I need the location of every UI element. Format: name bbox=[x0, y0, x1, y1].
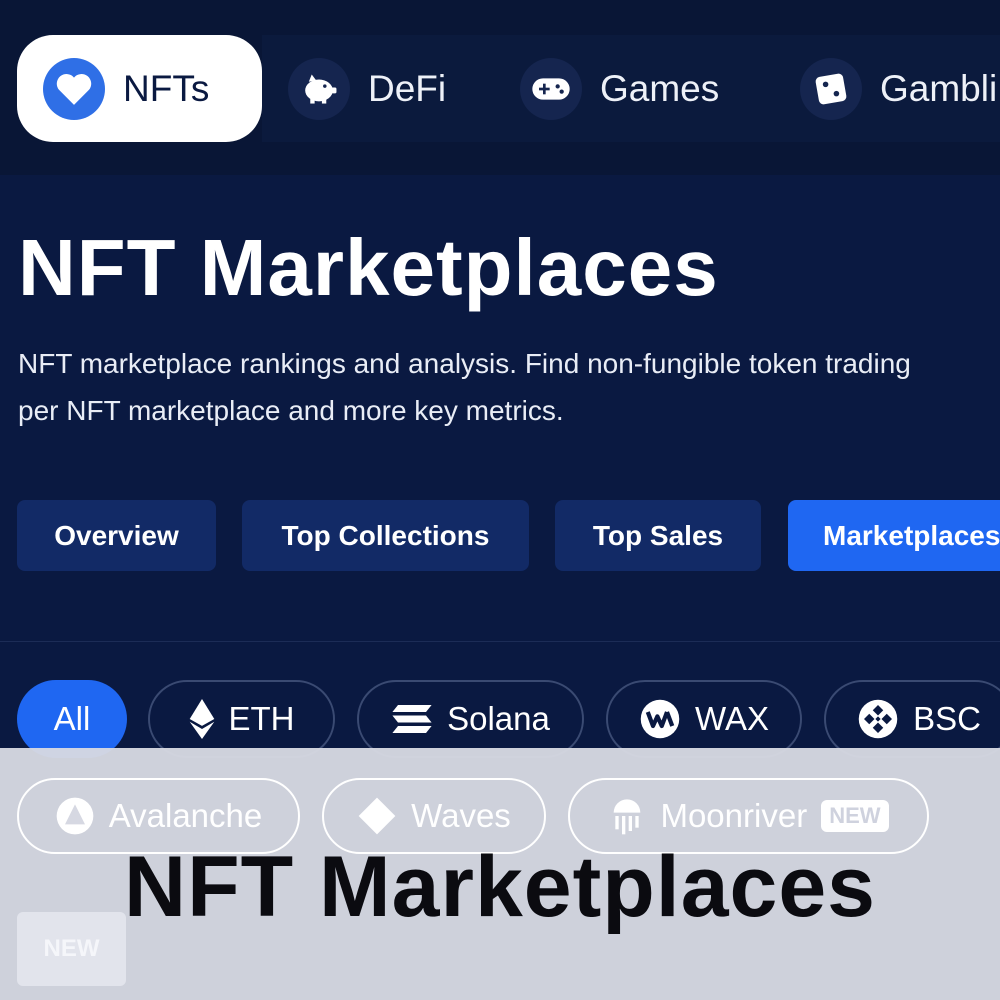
tab-label: Marketplaces bbox=[823, 519, 1000, 551]
category-defi[interactable]: DeFi bbox=[288, 54, 446, 124]
overlay-title: NFT Marketplaces bbox=[123, 839, 877, 935]
chain-filter-solana[interactable]: Solana bbox=[357, 680, 584, 758]
dice-icon bbox=[800, 58, 862, 120]
category-label: DeFi bbox=[368, 68, 447, 109]
solana-icon bbox=[391, 703, 433, 735]
tab-top-collections[interactable]: Top Collections bbox=[242, 500, 529, 571]
new-badge: NEW bbox=[821, 800, 889, 832]
waves-icon bbox=[357, 796, 397, 836]
page-description-line: per NFT marketplace and more key metrics… bbox=[18, 395, 564, 426]
category-gambling[interactable]: Gambli bbox=[800, 54, 997, 124]
chain-filter-bsc[interactable]: BSC bbox=[824, 680, 1000, 758]
category-label: Gambli bbox=[880, 68, 998, 109]
page-description-line: NFT marketplace rankings and analysis. F… bbox=[18, 348, 911, 379]
chain-filter-label: Solana bbox=[447, 700, 550, 737]
chain-filter-label: ETH bbox=[228, 700, 295, 737]
piggy-bank-icon bbox=[288, 58, 350, 120]
chain-filter-wax[interactable]: WAX bbox=[606, 680, 802, 758]
tab-overview[interactable]: Overview bbox=[17, 500, 216, 571]
category-games[interactable]: Games bbox=[520, 54, 719, 124]
heart-icon bbox=[43, 57, 105, 120]
chain-filter-label: Moonriver bbox=[660, 797, 808, 834]
wax-icon bbox=[639, 698, 681, 740]
tab-top-sales[interactable]: Top Sales bbox=[555, 500, 761, 571]
ethereum-icon bbox=[189, 699, 215, 739]
divider bbox=[0, 641, 1000, 642]
gamepad-icon bbox=[520, 58, 582, 120]
tab-label: Overview bbox=[54, 519, 179, 551]
avalanche-icon bbox=[55, 796, 95, 836]
new-badge: NEW bbox=[17, 912, 126, 986]
page-description: NFT marketplace rankings and analysis. F… bbox=[18, 340, 1000, 434]
bsc-icon bbox=[857, 698, 899, 740]
tab-label: Top Collections bbox=[281, 519, 490, 551]
chain-filter-label: WAX bbox=[695, 700, 769, 737]
chain-filter-label: All bbox=[53, 700, 91, 737]
tab-marketplaces[interactable]: Marketplaces bbox=[788, 500, 1000, 571]
chain-filter-label: Waves bbox=[411, 797, 511, 834]
chain-filter-label: Avalanche bbox=[108, 797, 263, 834]
category-label: NFTs bbox=[123, 67, 210, 109]
chain-filter-all[interactable]: All bbox=[17, 680, 127, 758]
category-nfts[interactable]: NFTs bbox=[17, 35, 262, 142]
chain-filter-eth[interactable]: ETH bbox=[148, 680, 335, 758]
category-label: Games bbox=[600, 68, 720, 109]
tab-label: Top Sales bbox=[592, 519, 724, 551]
chain-filter-label: BSC bbox=[913, 700, 981, 737]
page-title: NFT Marketplaces bbox=[18, 223, 719, 312]
moonriver-icon bbox=[608, 796, 646, 836]
